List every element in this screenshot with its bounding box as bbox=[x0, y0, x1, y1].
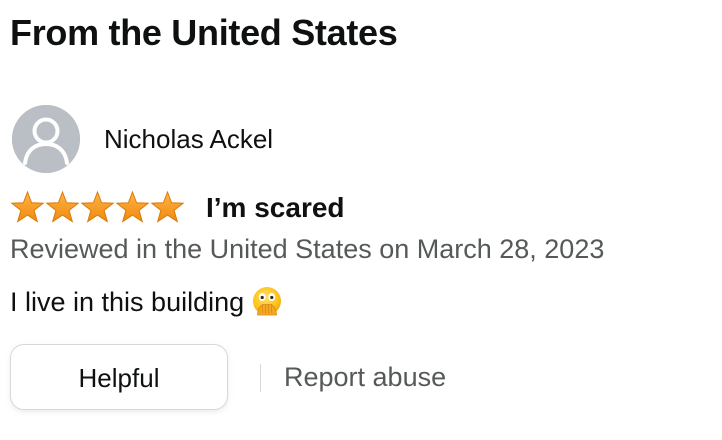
section-title: From the United States bbox=[10, 12, 398, 53]
reviewer-profile[interactable]: Nicholas Ackel bbox=[10, 100, 510, 180]
star-icon bbox=[115, 190, 150, 223]
review-body-text: I live in this building bbox=[10, 287, 245, 317]
star-icon bbox=[45, 190, 80, 223]
reviewer-name[interactable]: Nicholas Ackel bbox=[104, 122, 273, 156]
star-icon bbox=[10, 190, 45, 223]
user-avatar-icon bbox=[12, 105, 80, 173]
review-body: I live in this building bbox=[10, 283, 282, 321]
review-actions: Helpful Report abuse bbox=[10, 344, 710, 414]
helpful-button[interactable]: Helpful bbox=[10, 344, 228, 410]
report-abuse-link[interactable]: Report abuse bbox=[284, 359, 446, 395]
star-icon bbox=[80, 190, 115, 223]
review-date: Reviewed in the United States on March 2… bbox=[10, 234, 605, 264]
star-rating[interactable] bbox=[10, 190, 186, 226]
action-divider bbox=[260, 364, 261, 392]
star-icon bbox=[150, 190, 185, 223]
rating-row: I’m scared bbox=[10, 188, 710, 228]
face-with-open-eyes-and-hand-over-mouth-icon bbox=[252, 286, 282, 316]
review-title[interactable]: I’m scared bbox=[206, 190, 345, 226]
